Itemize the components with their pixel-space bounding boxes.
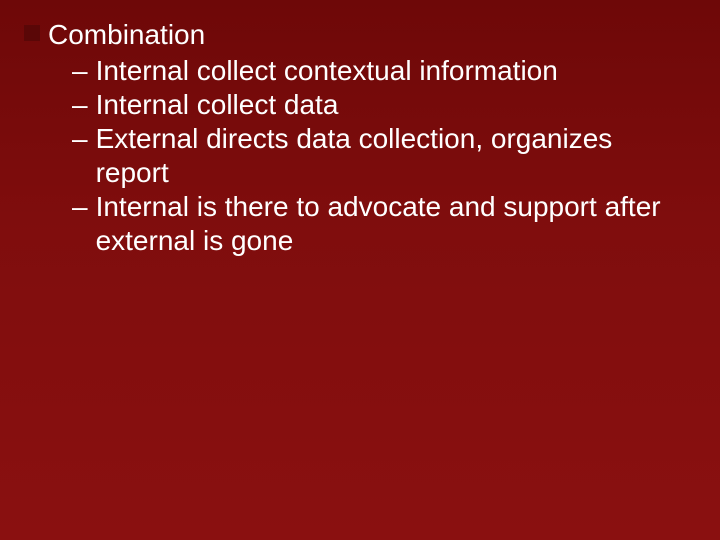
dash-icon: – — [72, 122, 88, 156]
dash-icon: – — [72, 88, 88, 122]
bullet-item: Combination — [24, 18, 684, 52]
sub-item-text: Internal collect data — [96, 88, 684, 122]
sub-item-text: Internal collect contextual information — [96, 54, 684, 88]
list-item: – Internal collect data — [72, 88, 684, 122]
list-item: – External directs data collection, orga… — [72, 122, 684, 190]
sub-item-text: Internal is there to advocate and suppor… — [96, 190, 684, 258]
square-bullet-icon — [24, 25, 40, 41]
list-item: – Internal collect contextual informatio… — [72, 54, 684, 88]
sub-list: – Internal collect contextual informatio… — [72, 54, 684, 259]
bullet-text: Combination — [48, 18, 205, 52]
dash-icon: – — [72, 190, 88, 224]
sub-item-text: External directs data collection, organi… — [96, 122, 684, 190]
slide: Combination – Internal collect contextua… — [0, 0, 720, 540]
list-item: – Internal is there to advocate and supp… — [72, 190, 684, 258]
dash-icon: – — [72, 54, 88, 88]
